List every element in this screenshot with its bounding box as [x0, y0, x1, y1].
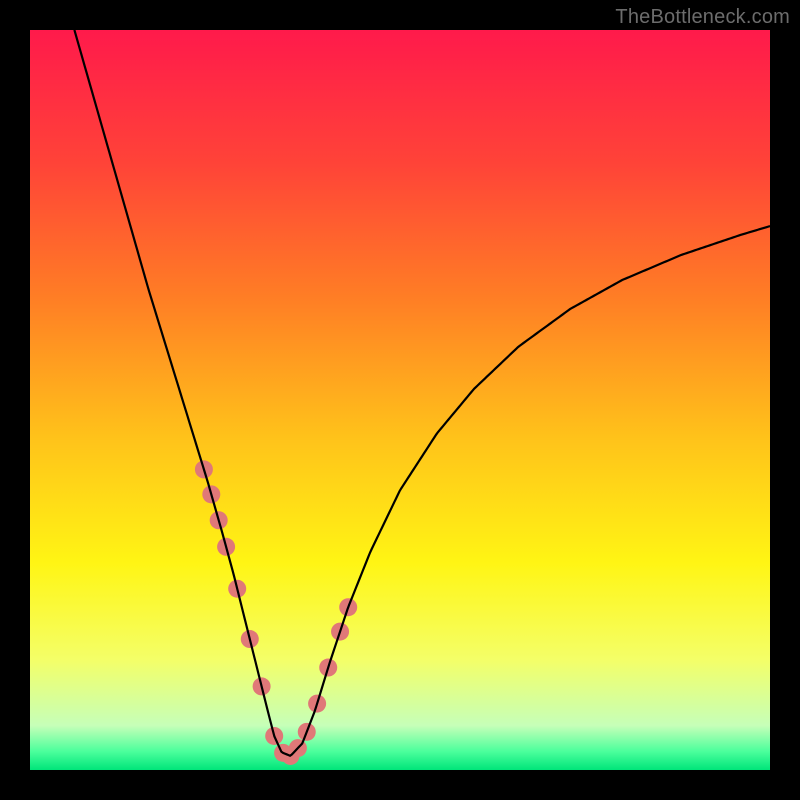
bottleneck-curve — [74, 30, 770, 756]
plot-area — [30, 30, 770, 770]
curve-layer — [30, 30, 770, 770]
watermark-label: TheBottleneck.com — [615, 6, 790, 29]
confidence-markers — [195, 460, 357, 765]
chart-frame: TheBottleneck.com — [0, 0, 800, 800]
